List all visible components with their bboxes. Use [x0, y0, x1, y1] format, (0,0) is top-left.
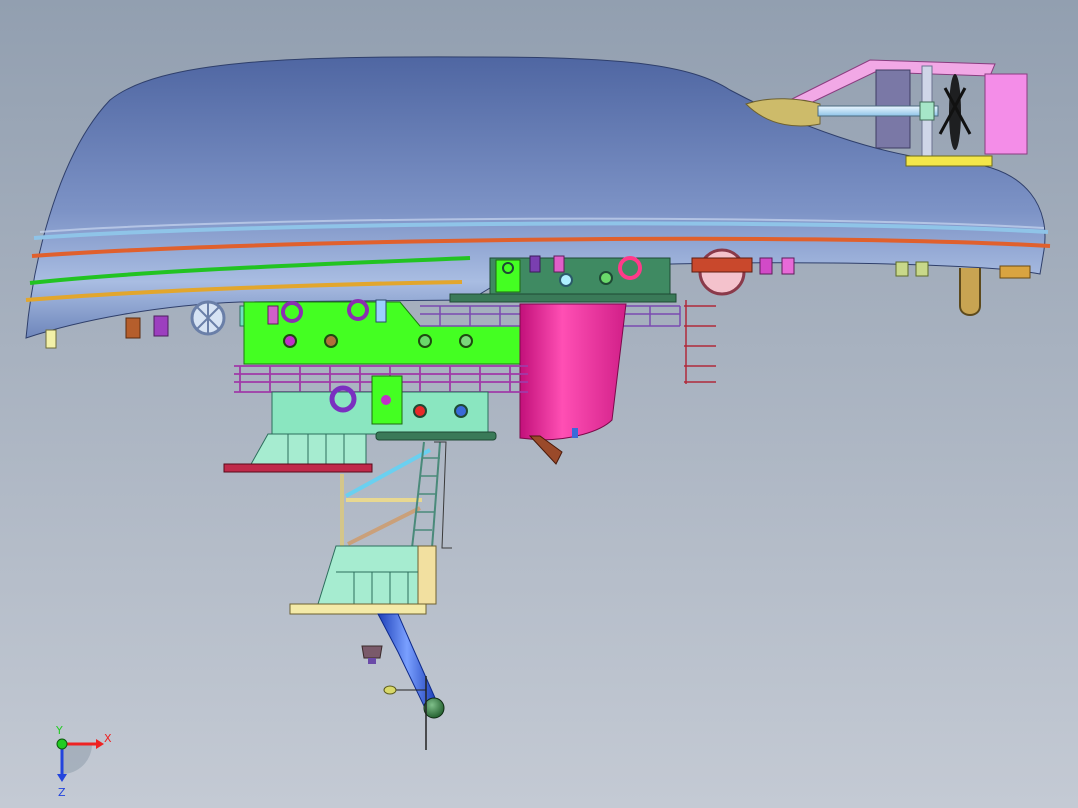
fitting-gold-3 [999, 265, 1031, 279]
mid-ledge [375, 431, 497, 441]
vent-pipe-2 [553, 255, 565, 273]
fitting-cream [45, 329, 57, 349]
boom-lamp [383, 685, 397, 695]
boom-bulb[interactable] [423, 697, 445, 719]
shaft-collar [919, 101, 935, 121]
fitting-purple [153, 315, 169, 337]
lower-cream-panel [417, 545, 437, 605]
x-axis-label: X [104, 732, 112, 745]
vent-stack-1 [267, 305, 279, 325]
axis-triad: X Y Z [55, 724, 112, 799]
lower-platform-body[interactable] [317, 545, 419, 605]
fitting-magenta-2 [781, 257, 795, 275]
triad-shadow [62, 744, 92, 774]
fitting-gold-1 [895, 261, 909, 277]
mid-port-blue [454, 404, 468, 418]
z-axis-label: Z [58, 786, 66, 799]
winch-base [691, 257, 753, 273]
x-axis-arrow [96, 739, 104, 749]
skeg-tab [572, 428, 578, 438]
graphics-viewport[interactable]: X Y Z [0, 0, 1078, 808]
upper-platform[interactable] [223, 433, 373, 473]
platform-deck [223, 463, 373, 473]
y-axis-label: Y [55, 724, 63, 737]
boom-hook-base [368, 658, 376, 664]
port-3 [418, 334, 432, 348]
boom[interactable] [361, 613, 445, 750]
boom-hook [361, 645, 383, 659]
fitting-magenta-1 [759, 257, 773, 275]
prop-base [905, 155, 993, 167]
port-2 [324, 334, 338, 348]
exhaust-pipe [959, 268, 981, 316]
model-3d-view[interactable]: X Y Z [0, 0, 1078, 808]
truss-brace-tan [347, 506, 421, 546]
skeg-body[interactable] [519, 303, 627, 441]
rudder-plate[interactable] [984, 73, 1028, 155]
mid-port-red [413, 404, 427, 418]
skeg-fin [528, 435, 563, 465]
fitting-brown [125, 317, 141, 339]
port-1 [283, 334, 297, 348]
skeg[interactable] [519, 303, 627, 465]
deckhouse-door[interactable] [495, 259, 521, 293]
mid-door-knob [381, 395, 391, 405]
z-axis-arrow [57, 774, 67, 782]
porthole-light-blue [559, 273, 573, 287]
lower-platform[interactable] [289, 545, 437, 615]
porthole-green [599, 271, 613, 285]
railing-bracket [684, 300, 716, 384]
vent-stack-2 [375, 299, 387, 323]
vent-pipe-1 [529, 255, 541, 273]
deckhouse-ledge [449, 293, 677, 303]
port-4 [459, 334, 473, 348]
lower-platform-deck [289, 603, 427, 615]
y-axis-dot [56, 738, 68, 750]
fitting-gold-2 [915, 261, 929, 277]
mid-block[interactable] [271, 375, 497, 441]
